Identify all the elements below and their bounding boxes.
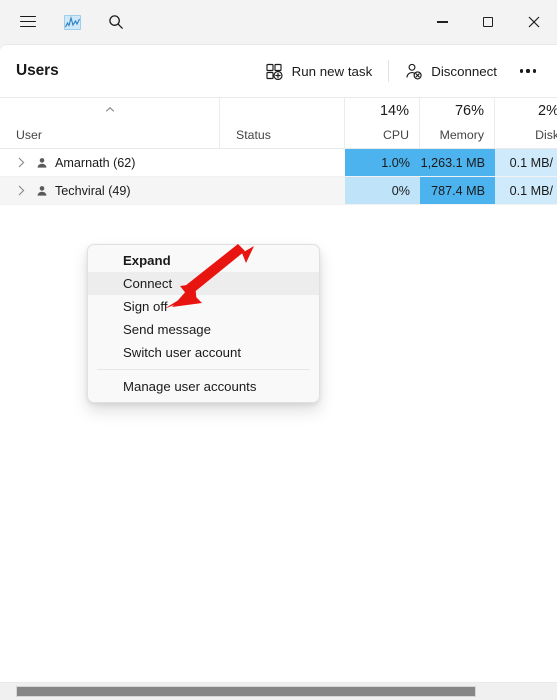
run-new-task-label: Run new task: [291, 63, 373, 79]
horizontal-scrollbar-thumb[interactable]: [16, 686, 476, 697]
cell-memory: 787.4 MB: [420, 177, 495, 204]
table-header-row: User Status 14% CPU 76% Memory 2% Disk: [0, 97, 557, 149]
column-header-memory-percent: 76%: [454, 103, 484, 119]
run-new-task-button[interactable]: Run new task: [256, 55, 383, 87]
context-menu-item-sign-off[interactable]: Sign off: [88, 295, 319, 318]
search-icon[interactable]: [96, 6, 136, 38]
column-header-cpu-label: CPU: [383, 128, 409, 142]
disconnect-button[interactable]: Disconnect: [395, 55, 507, 87]
cell-user[interactable]: Techviral (49): [0, 177, 220, 204]
cell-disk: 0.1 MB/: [495, 149, 557, 176]
context-menu-item-expand[interactable]: Expand: [88, 249, 319, 272]
cell-user-label: Amarnath (62): [55, 155, 136, 170]
cell-user[interactable]: Amarnath (62): [0, 149, 220, 176]
cell-cpu: 0%: [345, 177, 420, 204]
title-bar: [0, 0, 557, 44]
window-controls: [419, 0, 557, 44]
expand-chevron-icon[interactable]: [14, 184, 28, 198]
user-context-menu: Expand Connect Sign off Send message Swi…: [87, 244, 320, 403]
cell-memory: 1,263.1 MB: [420, 149, 495, 176]
horizontal-scrollbar-track[interactable]: [0, 682, 557, 700]
context-menu-separator: [97, 369, 310, 370]
hamburger-menu-icon[interactable]: [8, 6, 48, 38]
sort-ascending-icon: [105, 107, 114, 112]
maximize-button[interactable]: [465, 0, 511, 44]
page-title: Users: [16, 62, 59, 79]
close-icon: [528, 16, 540, 28]
maximize-icon: [483, 17, 493, 27]
task-manager-icon[interactable]: [52, 6, 92, 38]
task-manager-graph-glyph: [63, 14, 81, 30]
person-glyph: [37, 185, 46, 196]
cell-user-label: Techviral (49): [55, 183, 131, 198]
ellipsis-dot: [520, 69, 524, 73]
person-glyph: [37, 157, 46, 168]
cell-status: [220, 177, 345, 204]
cell-status: [220, 149, 345, 176]
user-avatar-icon: [35, 184, 48, 197]
search-glyph: [109, 15, 123, 29]
column-header-memory-label: Memory: [439, 128, 484, 142]
disconnect-label: Disconnect: [431, 63, 497, 79]
expand-chevron-icon[interactable]: [14, 156, 28, 170]
ellipsis-dot: [532, 69, 536, 73]
minimize-icon: [436, 21, 448, 23]
context-menu-item-manage-user-accounts[interactable]: Manage user accounts: [88, 375, 319, 398]
page-toolbar: Users Run new task Disconnect: [0, 45, 557, 97]
disconnect-user-icon: [406, 63, 422, 79]
close-button[interactable]: [511, 0, 557, 44]
context-menu-item-switch-user-account[interactable]: Switch user account: [88, 341, 319, 364]
content-panel: Users Run new task Disconnect User Statu…: [0, 44, 557, 700]
cell-disk: 0.1 MB/: [495, 177, 557, 204]
hamburger-glyph: [20, 16, 36, 28]
cell-cpu: 1.0%: [345, 149, 420, 176]
column-header-status-label: Status: [236, 128, 271, 142]
column-header-memory[interactable]: 76% Memory: [420, 98, 495, 149]
run-new-task-icon: [266, 63, 283, 80]
chevron-right-glyph: [18, 185, 24, 196]
minimize-button[interactable]: [419, 0, 465, 44]
table-row[interactable]: Techviral (49) 0% 787.4 MB 0.1 MB/: [0, 177, 557, 205]
context-menu-item-connect[interactable]: Connect: [88, 272, 319, 295]
column-header-disk[interactable]: 2% Disk: [495, 98, 557, 149]
table-row[interactable]: Amarnath (62) 1.0% 1,263.1 MB 0.1 MB/: [0, 149, 557, 177]
column-header-user-label: User: [16, 128, 42, 142]
column-header-cpu-percent: 14%: [379, 103, 409, 119]
column-header-disk-label: Disk: [535, 128, 557, 142]
titlebar-left-icons: [0, 6, 136, 38]
column-header-status[interactable]: Status: [220, 98, 345, 149]
ellipsis-dot: [526, 69, 530, 73]
column-header-user[interactable]: User: [0, 98, 220, 149]
column-header-cpu[interactable]: 14% CPU: [345, 98, 420, 149]
context-menu-item-send-message[interactable]: Send message: [88, 318, 319, 341]
toolbar-divider: [388, 60, 390, 82]
graph-svg: [64, 15, 80, 27]
column-header-disk-percent: 2%: [538, 103, 557, 119]
more-options-button[interactable]: [511, 55, 545, 87]
chevron-right-glyph: [18, 157, 24, 168]
user-avatar-icon: [35, 156, 48, 169]
